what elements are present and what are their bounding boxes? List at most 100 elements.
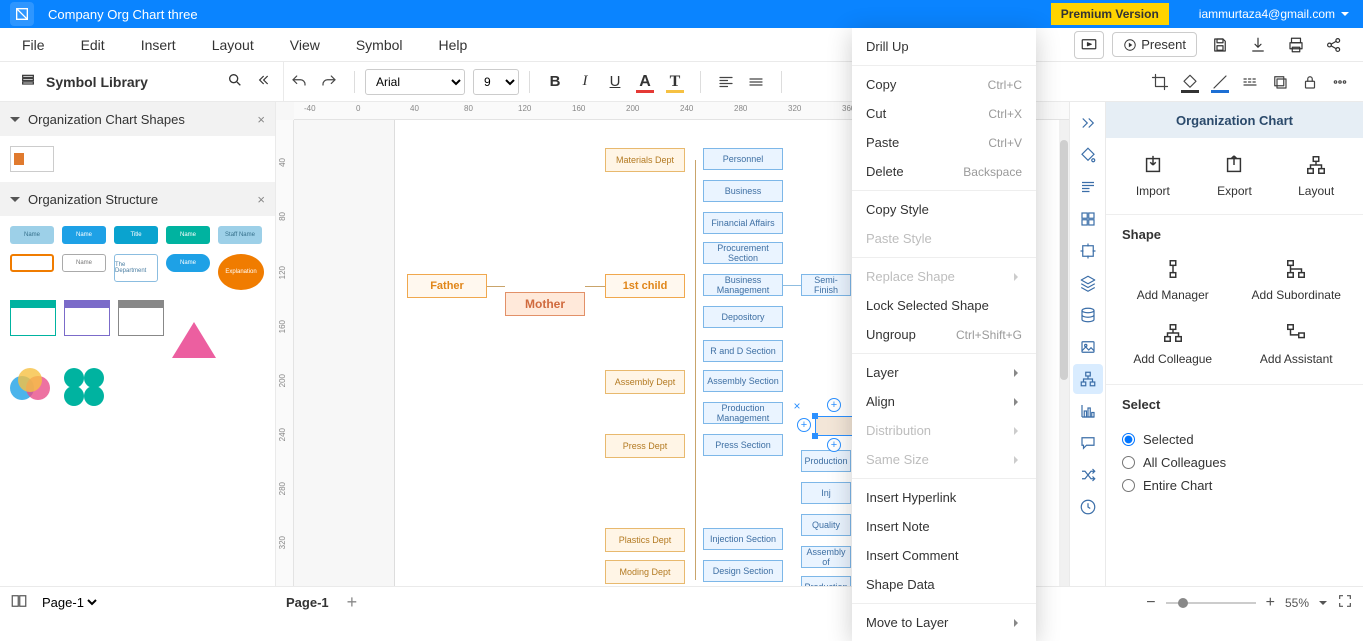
- search-icon[interactable]: [227, 72, 243, 91]
- ctx-insert-note[interactable]: Insert Note: [852, 512, 1036, 541]
- remove-handle[interactable]: ×: [791, 400, 803, 412]
- crop-button[interactable]: [1145, 68, 1175, 96]
- scrollbar-thumb[interactable]: [1060, 140, 1068, 380]
- add-manager-button[interactable]: Add Manager: [1116, 258, 1230, 302]
- node-depository[interactable]: Depository: [703, 306, 783, 328]
- ctx-paste[interactable]: PasteCtrl+V: [852, 128, 1036, 157]
- ctx-delete[interactable]: DeleteBackspace: [852, 157, 1036, 186]
- shape-title[interactable]: Title: [114, 226, 158, 244]
- tab-page-1[interactable]: Page-1: [286, 595, 329, 610]
- radio-selected[interactable]: Selected: [1122, 432, 1347, 447]
- align-left-button[interactable]: [711, 68, 741, 96]
- ctx-copy-style[interactable]: Copy Style: [852, 195, 1036, 224]
- ctx-align[interactable]: Align: [852, 387, 1036, 416]
- collapse-left-icon[interactable]: [255, 72, 271, 91]
- ctx-cut[interactable]: CutCtrl+X: [852, 99, 1036, 128]
- more-button[interactable]: [1325, 68, 1355, 96]
- node-injection[interactable]: Injection Section: [703, 528, 783, 550]
- history-panel-icon[interactable]: [1073, 492, 1103, 522]
- redo-button[interactable]: [314, 68, 344, 96]
- menu-edit[interactable]: Edit: [63, 31, 123, 59]
- shuffle-panel-icon[interactable]: [1073, 460, 1103, 490]
- export-button[interactable]: Export: [1195, 154, 1273, 198]
- font-color-button[interactable]: A: [630, 68, 660, 96]
- node-mother[interactable]: Mother: [505, 292, 585, 316]
- expand-panel-icon[interactable]: [1073, 108, 1103, 138]
- align-vertical-button[interactable]: [741, 68, 771, 96]
- line-style-button[interactable]: [1235, 68, 1265, 96]
- node-biz-mgmt[interactable]: Business Management: [703, 274, 783, 296]
- ctx-copy[interactable]: CopyCtrl+C: [852, 70, 1036, 99]
- add-handle-up[interactable]: +: [827, 398, 841, 412]
- font-size-select[interactable]: 9: [473, 69, 519, 95]
- shape-staff[interactable]: Staff Name: [218, 226, 262, 244]
- shape-table-teal[interactable]: [10, 300, 56, 336]
- node-press-dept[interactable]: Press Dept: [605, 434, 685, 458]
- node-assembly-section[interactable]: Assembly Section: [703, 370, 783, 392]
- slideshow-icon[interactable]: [1074, 31, 1104, 59]
- node-assembly-dept[interactable]: Assembly Dept: [605, 370, 685, 394]
- document-title[interactable]: Company Org Chart three: [48, 7, 198, 22]
- node-moding-dept[interactable]: Moding Dept: [605, 560, 685, 584]
- shape-card[interactable]: [10, 146, 54, 172]
- context-menu[interactable]: Drill UpCopyCtrl+CCutCtrl+XPasteCtrl+VDe…: [852, 28, 1036, 641]
- add-handle-down[interactable]: +: [827, 438, 841, 452]
- node-materials-dept[interactable]: Materials Dept: [605, 148, 685, 172]
- undo-button[interactable]: [284, 68, 314, 96]
- highlight-button[interactable]: T: [660, 68, 690, 96]
- node-financial[interactable]: Financial Affairs: [703, 212, 783, 234]
- node-procurement[interactable]: Procurement Section: [703, 242, 783, 264]
- menu-layout[interactable]: Layout: [194, 31, 272, 59]
- menu-file[interactable]: File: [4, 31, 63, 59]
- shape-triangle[interactable]: [172, 300, 216, 358]
- node-assembly-of[interactable]: Assembly of: [801, 546, 851, 568]
- underline-button[interactable]: U: [600, 68, 630, 96]
- node-personnel[interactable]: Personnel: [703, 148, 783, 170]
- zoom-in-button[interactable]: +: [1266, 594, 1275, 612]
- fullscreen-icon[interactable]: [1337, 593, 1353, 612]
- ctx-layer[interactable]: Layer: [852, 358, 1036, 387]
- radio-entire-chart[interactable]: Entire Chart: [1122, 478, 1347, 493]
- node-father[interactable]: Father: [407, 274, 487, 298]
- share-icon[interactable]: [1319, 31, 1349, 59]
- add-subordinate-button[interactable]: Add Subordinate: [1240, 258, 1354, 302]
- node-quality[interactable]: Quality: [801, 514, 851, 536]
- node-semi[interactable]: Semi-Finish: [801, 274, 851, 296]
- shape-bubbles[interactable]: [64, 368, 110, 404]
- page-select[interactable]: Page-1: [38, 594, 100, 611]
- data-panel-icon[interactable]: [1073, 300, 1103, 330]
- selection-handle[interactable]: [812, 413, 818, 419]
- shape-venn[interactable]: [10, 368, 56, 404]
- org-chart-panel-icon[interactable]: [1073, 364, 1103, 394]
- node-first-child[interactable]: 1st child: [605, 274, 685, 298]
- shape-table-purple[interactable]: [64, 300, 110, 336]
- node-press-section[interactable]: Press Section: [703, 434, 783, 456]
- ctx-ungroup[interactable]: UngroupCtrl+Shift+G: [852, 320, 1036, 349]
- zoom-thumb[interactable]: [1178, 598, 1188, 608]
- line-color-button[interactable]: [1205, 68, 1235, 96]
- shape-name-pill[interactable]: Name: [166, 254, 210, 272]
- lock-button[interactable]: [1295, 68, 1325, 96]
- user-menu[interactable]: iammurtaza4@gmail.com: [1199, 7, 1349, 21]
- shape-dept-stack[interactable]: The Department: [114, 254, 158, 282]
- chevron-down-icon[interactable]: [1319, 601, 1327, 609]
- section-org-structure[interactable]: Organization Structure ×: [0, 182, 275, 216]
- print-icon[interactable]: [1281, 31, 1311, 59]
- menu-view[interactable]: View: [272, 31, 338, 59]
- section-org-chart-shapes[interactable]: Organization Chart Shapes ×: [0, 102, 275, 136]
- node-prod-mgmt[interactable]: Production Management: [703, 402, 783, 424]
- menu-help[interactable]: Help: [421, 31, 486, 59]
- menu-insert[interactable]: Insert: [123, 31, 194, 59]
- close-icon[interactable]: ×: [257, 192, 265, 207]
- shape-outline-orange[interactable]: [10, 254, 54, 272]
- scrollbar-vertical[interactable]: [1059, 120, 1069, 586]
- ctx-move-to-layer[interactable]: Move to Layer: [852, 608, 1036, 637]
- present-button[interactable]: Present: [1112, 32, 1197, 57]
- ctx-insert-hyperlink[interactable]: Insert Hyperlink: [852, 483, 1036, 512]
- node-plastics-dept[interactable]: Plastics Dept: [605, 528, 685, 552]
- shape-name-grey[interactable]: Name: [62, 254, 106, 272]
- premium-badge[interactable]: Premium Version: [1051, 3, 1169, 25]
- add-page-button[interactable]: +: [347, 592, 358, 613]
- ctx-shape-data[interactable]: Shape Data: [852, 570, 1036, 599]
- fill-button[interactable]: [1175, 68, 1205, 96]
